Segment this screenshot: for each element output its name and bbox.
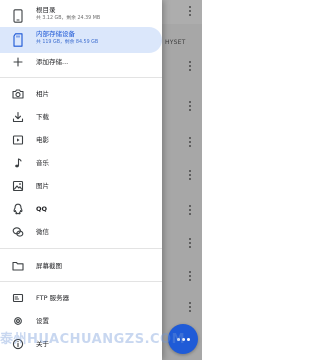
folder-icon xyxy=(12,260,24,272)
bookmark-item-screenshots[interactable]: 屏幕截图 xyxy=(0,256,162,276)
sidebar-item-music[interactable]: 音乐 xyxy=(0,153,162,173)
storage-item-internal[interactable]: 内部存储设备 共 119 GB，剩余 84.59 GB xyxy=(0,27,162,53)
sidebar-item-downloads[interactable]: 下载 xyxy=(0,107,162,127)
divider xyxy=(0,77,162,78)
music-note-icon xyxy=(12,157,24,169)
qq-icon xyxy=(12,203,24,215)
sidebar-item-ftp-server[interactable]: FTP 服务器 xyxy=(0,288,162,308)
movie-icon xyxy=(12,134,24,146)
sidebar-item-label: 下载 xyxy=(36,113,49,121)
add-storage-button[interactable]: 添加存储... xyxy=(0,52,162,72)
sidebar-item-movies[interactable]: 电影 xyxy=(0,130,162,150)
sidebar-item-label: QQ xyxy=(36,205,48,213)
sidebar-item-label: 微信 xyxy=(36,228,49,236)
sidebar-item-label: 电影 xyxy=(36,136,49,144)
storage-title: 内部存储设备 xyxy=(36,30,75,38)
sidebar-item-label: FTP 服务器 xyxy=(36,294,70,302)
storage-item-root[interactable]: 根目录 共 3.12 GB，剩余 24.39 MB xyxy=(0,3,162,29)
bookmark-item-label: 屏幕截图 xyxy=(36,262,62,270)
sidebar-item-wechat[interactable]: 微信 xyxy=(0,222,162,242)
sidebar-item-photos[interactable]: 相片 xyxy=(0,84,162,104)
storage-capacity: 共 3.12 GB，剩余 24.39 MB xyxy=(36,16,101,21)
sidebar-item-label: 设置 xyxy=(36,317,49,325)
navigation-drawer: 根目录 共 3.12 GB，剩余 24.39 MB 内部存储设备 共 119 G… xyxy=(0,0,162,360)
sidebar-item-qq[interactable]: QQ xyxy=(0,199,162,219)
camera-icon xyxy=(12,88,24,100)
sidebar-item-images[interactable]: 图片 xyxy=(0,176,162,196)
image-icon xyxy=(12,180,24,192)
ftp-icon xyxy=(12,292,24,304)
divider xyxy=(0,281,162,282)
divider xyxy=(0,248,162,249)
storage-title: 根目录 xyxy=(36,6,56,14)
wechat-icon xyxy=(12,226,24,238)
download-icon xyxy=(12,111,24,123)
phone-icon xyxy=(12,9,24,23)
gear-icon xyxy=(12,315,24,327)
sidebar-item-label: 音乐 xyxy=(36,159,49,167)
watermark: 泰州HUACHUANGZS.COM xyxy=(0,332,186,347)
sd-card-icon xyxy=(12,33,24,47)
storage-capacity: 共 119 GB，剩余 84.59 GB xyxy=(36,40,99,45)
sidebar-item-label: 图片 xyxy=(36,182,49,190)
plus-icon xyxy=(12,56,24,68)
add-storage-label: 添加存储... xyxy=(36,58,69,66)
sidebar-item-label: 相片 xyxy=(36,90,49,98)
